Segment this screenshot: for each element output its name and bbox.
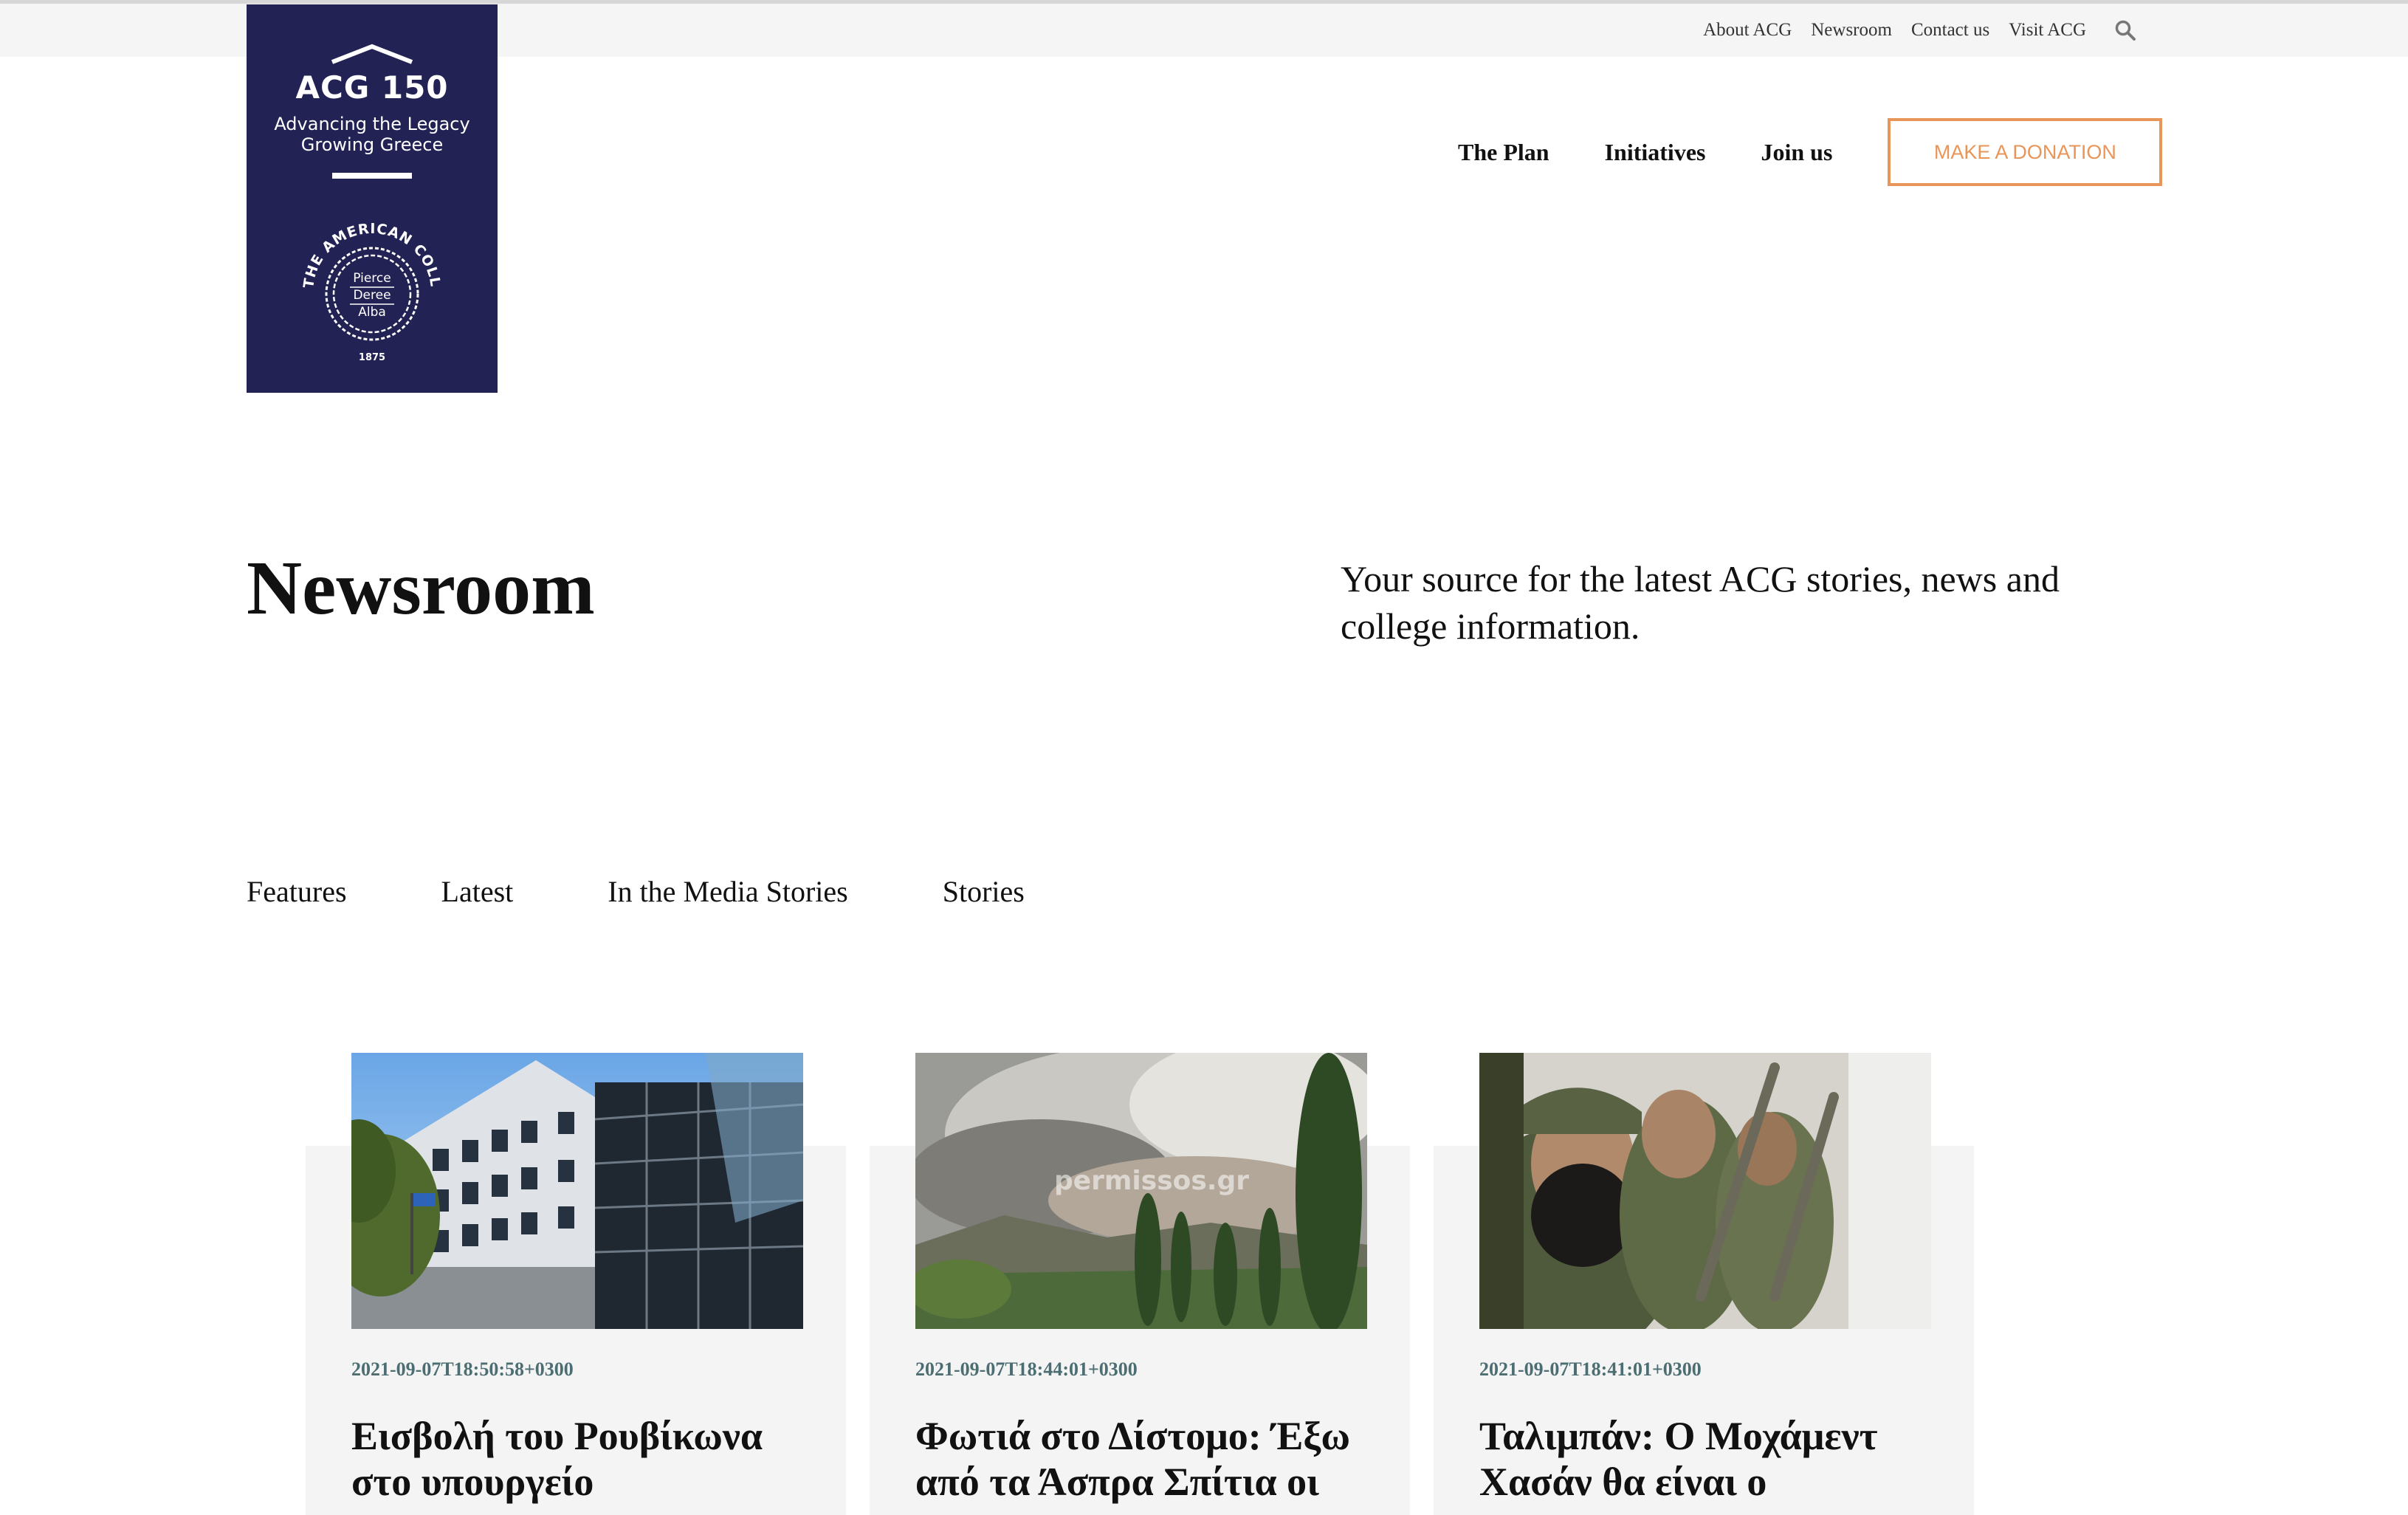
tab-features[interactable]: Features	[247, 874, 347, 909]
tab-stories[interactable]: Stories	[943, 874, 1025, 909]
utility-link-about[interactable]: About ACG	[1703, 20, 1792, 41]
logo-divider	[332, 173, 412, 179]
category-tabs: Features Latest In the Media Stories Sto…	[247, 874, 1119, 909]
nav-the-plan[interactable]: The Plan	[1458, 139, 1549, 166]
seal-line-3: Alba	[358, 305, 386, 320]
card-title[interactable]: Ταλιμπάν: Ο Μοχάμεντ Χασάν θα είναι ο	[1479, 1413, 1931, 1505]
nav-initiatives[interactable]: Initiatives	[1605, 139, 1706, 166]
page-title: Newsroom	[247, 546, 595, 631]
tab-latest[interactable]: Latest	[441, 874, 514, 909]
card-date: 2021-09-07T18:50:58+0300	[351, 1358, 574, 1380]
card-title[interactable]: Εισβολή του Ρουβίκωνα στο υπουργείο	[351, 1413, 803, 1505]
card-image-building[interactable]	[351, 1053, 803, 1329]
news-card[interactable]: 2021-09-07T18:41:01+0300 Ταλιμπάν: Ο Μοχ…	[1434, 1053, 1974, 1515]
card-date: 2021-09-07T18:41:01+0300	[1479, 1358, 1702, 1380]
news-card[interactable]: 2021-09-07T18:50:58+0300 Εισβολή του Ρου…	[306, 1053, 846, 1515]
utility-link-contact[interactable]: Contact us	[1911, 20, 1989, 41]
card-title[interactable]: Φωτιά στο Δίστομο: Έξω από τα Άσπρα Σπίτ…	[915, 1413, 1367, 1505]
seal-line-1: Pierce	[353, 271, 391, 286]
news-card-list: 2021-09-07T18:50:58+0300 Εισβολή του Ρου…	[306, 1053, 1974, 1515]
nav-join-us[interactable]: Join us	[1761, 139, 1832, 166]
card-image-wildfire[interactable]: permissos.gr	[915, 1053, 1367, 1329]
card-image-fighters[interactable]	[1479, 1053, 1931, 1329]
main-nav: The Plan Initiatives Join us MAKE A DONA…	[1458, 118, 2163, 186]
page-description: Your source for the latest ACG stories, …	[1341, 558, 2060, 647]
utility-nav: About ACG Newsroom Contact us Visit ACG	[1703, 4, 2138, 57]
logo-tagline-1: Advancing the Legacy	[274, 114, 470, 134]
utility-link-visit[interactable]: Visit ACG	[2009, 20, 2086, 41]
card-date: 2021-09-07T18:44:01+0300	[915, 1358, 1138, 1380]
donate-button[interactable]: MAKE A DONATION	[1888, 118, 2163, 186]
search-icon[interactable]	[2113, 18, 2138, 43]
tab-in-the-media-stories[interactable]: In the Media Stories	[608, 874, 848, 909]
logo-tagline-2: Growing Greece	[300, 134, 444, 155]
seal-year: 1875	[359, 352, 385, 363]
image-watermark: permissos.gr	[1054, 1166, 1249, 1196]
college-seal: THE AMERICAN COLLEGE OF GREECE Pierce De…	[291, 211, 443, 363]
roof-icon	[331, 44, 413, 64]
utility-link-newsroom[interactable]: Newsroom	[1811, 20, 1892, 41]
acg-150-logo[interactable]: ACG 150 Advancing the Legacy Growing Gre…	[247, 4, 498, 393]
logo-brand: ACG 150	[295, 69, 449, 106]
news-card[interactable]: permissos.gr 2021-09-07T18:44:01+0300 Φω…	[870, 1053, 1410, 1515]
seal-line-2: Deree	[353, 288, 391, 303]
